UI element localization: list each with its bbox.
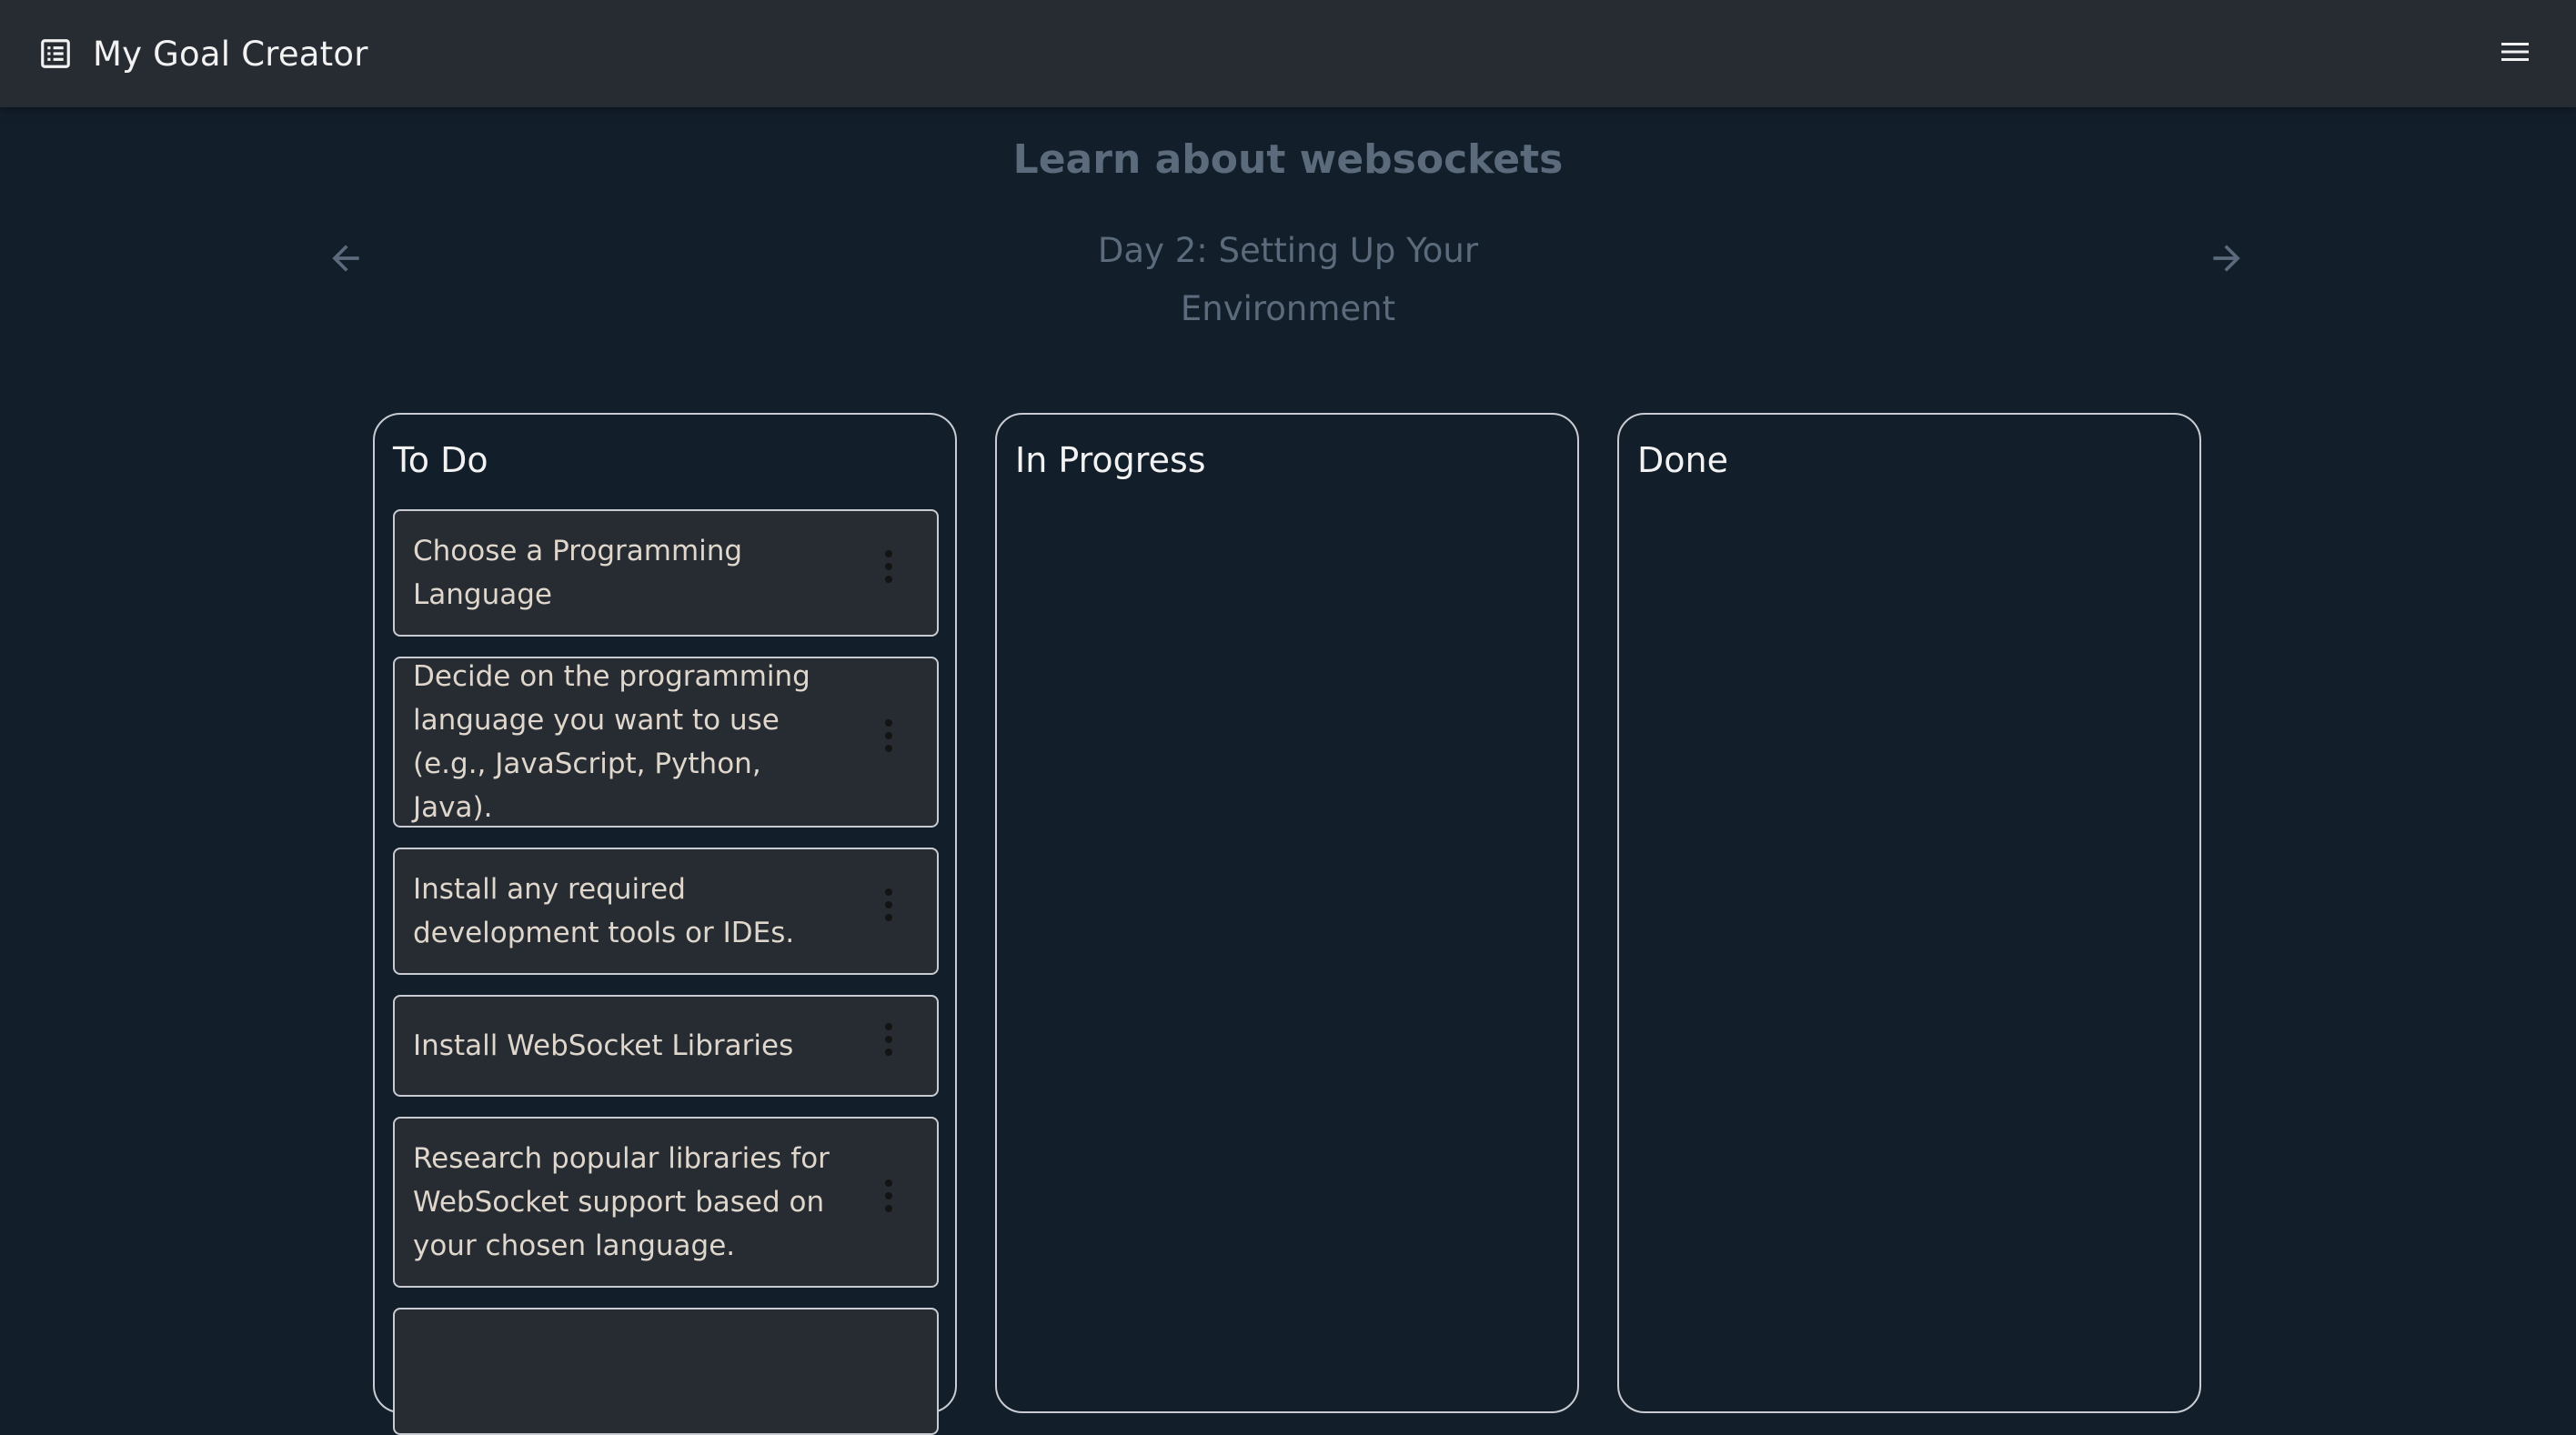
arrow-left-icon [326,238,366,282]
task-card[interactable]: Decide on the programming language you w… [393,657,939,828]
task-text: Decide on the programming language you w… [413,660,810,824]
task-list: Choose a Programming Language Decide on … [393,509,939,1435]
task-text: Install WebSocket Libraries [413,1029,794,1062]
column-title: Done [1637,440,1728,480]
task-options-button[interactable] [875,884,902,938]
more-vertical-icon [883,887,894,936]
day-title: Day 2: Setting Up Your Environment [1097,231,1479,328]
task-text: Research popular libraries for WebSocket… [413,1142,830,1262]
previous-day-button[interactable] [320,235,371,286]
more-vertical-icon [883,718,894,767]
arrow-right-icon [2207,238,2247,282]
next-day-button[interactable] [2201,235,2252,286]
app-title: My Goal Creator [93,34,368,74]
menu-button[interactable] [2492,31,2538,76]
task-card[interactable]: Install WebSocket Libraries [393,995,939,1097]
app-bar: My Goal Creator [0,0,2576,107]
goal-title: Learn about websockets [1012,136,1564,183]
task-text: Install any required development tools o… [413,873,795,949]
more-vertical-icon [883,1021,894,1070]
column-title: To Do [393,440,488,480]
task-card[interactable]: Choose a Programming Language [393,509,939,637]
task-card[interactable]: Install any required development tools o… [393,848,939,975]
column-done: Done [1617,413,2201,1413]
task-text: Choose a Programming Language [413,535,743,611]
more-vertical-icon [883,548,894,597]
column-to-do: To Do Choose a Programming Language Deci… [373,413,957,1435]
task-options-button[interactable] [875,1175,902,1229]
list-alt-icon [38,36,73,71]
task-card[interactable]: Research popular libraries for WebSocket… [393,1117,939,1288]
task-options-button[interactable] [875,546,902,600]
column-title: In Progress [1015,440,1206,480]
task-options-button[interactable] [875,715,902,769]
hamburger-menu-icon [2497,34,2533,74]
more-vertical-icon [883,1178,894,1227]
column-in-progress: In Progress [995,413,1579,1413]
task-card[interactable] [393,1308,939,1435]
task-options-button[interactable] [875,1019,902,1073]
